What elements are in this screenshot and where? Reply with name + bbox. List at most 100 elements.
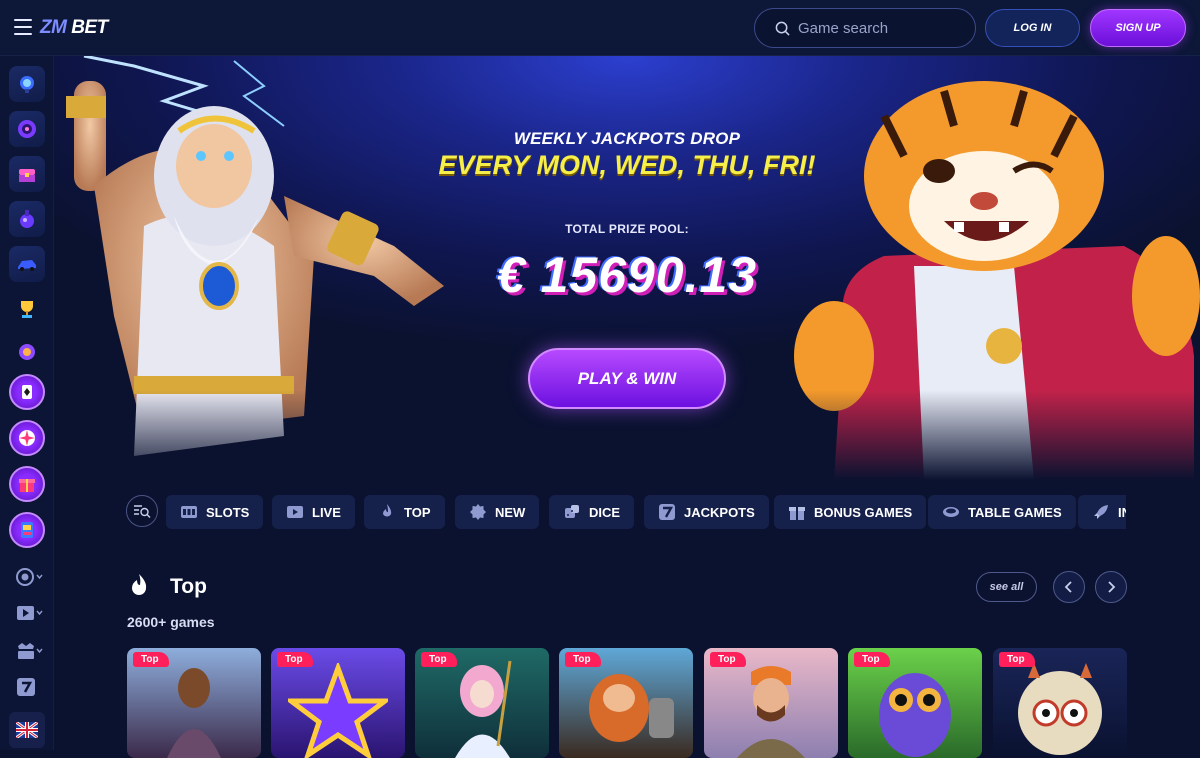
tab-top[interactable]: TOP	[364, 495, 445, 529]
tab-label: BONUS GAMES	[814, 504, 913, 520]
jackpot-icon	[18, 643, 43, 659]
filter-search-icon	[134, 505, 151, 518]
sidebar-item-trophy[interactable]	[9, 291, 45, 327]
seven-icon	[659, 504, 675, 520]
category-search-button[interactable]	[126, 495, 158, 527]
games-count: 2600+ games	[127, 614, 215, 630]
dice-icon	[565, 505, 579, 518]
sidebar-item-poker[interactable]	[9, 374, 45, 410]
hero-title: EVERY MON, WED, THU, FRI!	[438, 150, 816, 180]
casino-chip-icon	[16, 568, 43, 586]
tab-live[interactable]: LIVE	[272, 495, 355, 529]
slots-icon	[181, 506, 197, 518]
top-badge: Top	[133, 652, 169, 667]
tab-label: JACKPOTS	[684, 504, 755, 520]
game-tile[interactable]: Top	[271, 648, 405, 758]
top-badge: Top	[565, 652, 601, 667]
prize-pool-label: TOTAL PRIZE POOL:	[565, 222, 689, 236]
sidebar-item-chest[interactable]	[9, 156, 45, 192]
play-icon	[287, 506, 303, 518]
tab-label: TABLE GAMES	[968, 504, 1062, 520]
fire-icon	[383, 504, 392, 517]
tab-in[interactable]: IN	[1078, 495, 1126, 529]
sidebar-jackpot-dropdown[interactable]	[14, 640, 44, 662]
game-tile[interactable]: Top	[415, 648, 549, 758]
tab-new[interactable]: NEW	[455, 495, 540, 529]
new-badge-icon	[470, 504, 486, 520]
sidebar-item-fortune[interactable]	[9, 420, 45, 456]
top-badge: Top	[854, 652, 890, 667]
sidebar-item-pinball[interactable]	[9, 66, 45, 102]
game-thumbnail	[737, 666, 805, 758]
search-input[interactable]	[798, 19, 958, 37]
login-button[interactable]: LOG IN	[985, 9, 1080, 47]
game-thumbnail	[1018, 663, 1102, 755]
treasure-chest-icon	[19, 169, 35, 182]
hamburger-menu-icon[interactable]	[14, 19, 32, 35]
fortune-wheel-icon	[19, 430, 35, 446]
section-title: Top	[170, 575, 207, 598]
tab-bonus-games[interactable]: BONUS GAMES	[774, 495, 927, 529]
chevron-right-icon	[1108, 581, 1116, 593]
tab-table-games[interactable]: TABLE GAMES	[928, 495, 1076, 529]
next-button[interactable]	[1095, 571, 1127, 603]
hero-subtitle: WEEKLY JACKPOTS DROP	[513, 129, 741, 148]
game-thumbnail	[879, 673, 951, 757]
gift-icon	[789, 507, 805, 520]
sidebar-item-car[interactable]	[9, 246, 45, 282]
fire-icon	[132, 574, 147, 595]
tab-label: LIVE	[312, 504, 341, 520]
game-tile[interactable]: Top	[559, 648, 693, 758]
tab-label: IN	[1118, 504, 1126, 520]
sidebar-item-gift[interactable]	[9, 466, 45, 502]
site-logo[interactable]: ZM BET	[40, 17, 108, 39]
sidebar-item-chips[interactable]	[9, 334, 45, 370]
sidebar-casino-dropdown[interactable]	[14, 566, 44, 588]
tab-slots[interactable]: SLOTS	[166, 495, 264, 529]
hero-banner: WEEKLY JACKPOTS DROP EVERY MON, WED, THU…	[54, 56, 1200, 480]
sidebar	[0, 56, 54, 750]
tab-dice[interactable]: DICE	[549, 495, 635, 529]
game-thumbnail	[288, 663, 388, 758]
poker-card-icon	[22, 385, 32, 399]
gift-icon	[19, 479, 35, 492]
sidebar-seven-item[interactable]	[14, 676, 44, 698]
sidebar-item-wheel[interactable]	[9, 111, 45, 147]
top-badge: Top	[710, 652, 746, 667]
game-tile[interactable]: Top	[993, 648, 1127, 758]
seven-icon	[17, 678, 35, 696]
previous-button[interactable]	[1053, 571, 1085, 603]
category-tabs: SLOTS LIVE TOP NEW DICE JACKPOTS BONUS G…	[166, 495, 1126, 531]
tab-label: DICE	[589, 504, 621, 520]
slot-machine-icon	[21, 522, 33, 538]
table-icon	[943, 507, 959, 517]
game-thumbnail	[589, 674, 674, 742]
game-tile[interactable]: Top	[127, 648, 261, 758]
wheel-icon	[18, 120, 36, 138]
top-badge: Top	[999, 652, 1035, 667]
top-header: ZM BET LOG IN SIGN UP	[0, 0, 1200, 56]
play-and-win-button[interactable]: PLAY & WIN	[528, 348, 726, 409]
potion-icon	[20, 210, 34, 228]
language-selector[interactable]	[9, 712, 45, 748]
game-thumbnail	[455, 660, 512, 758]
live-video-icon	[17, 606, 43, 620]
tab-label: SLOTS	[206, 504, 250, 520]
sidebar-item-slot[interactable]	[9, 512, 45, 548]
top-badge: Top	[421, 652, 457, 667]
sidebar-item-potion[interactable]	[9, 201, 45, 237]
top-badge: Top	[277, 652, 313, 667]
pinball-icon	[20, 76, 34, 93]
prize-pool-amount: € 15690.13	[496, 247, 758, 303]
sidebar-live-dropdown[interactable]	[14, 602, 44, 624]
tab-jackpots[interactable]: JACKPOTS	[644, 495, 769, 529]
signup-button[interactable]: SIGN UP	[1090, 9, 1186, 47]
game-tile[interactable]: Top	[704, 648, 838, 758]
rocket-icon	[1094, 505, 1108, 519]
see-all-button[interactable]: see all	[976, 572, 1037, 602]
game-tile[interactable]: Top	[848, 648, 982, 758]
search-icon	[775, 21, 790, 36]
tab-label: TOP	[404, 504, 431, 520]
game-search[interactable]	[754, 8, 976, 48]
trophy-icon	[21, 301, 33, 318]
